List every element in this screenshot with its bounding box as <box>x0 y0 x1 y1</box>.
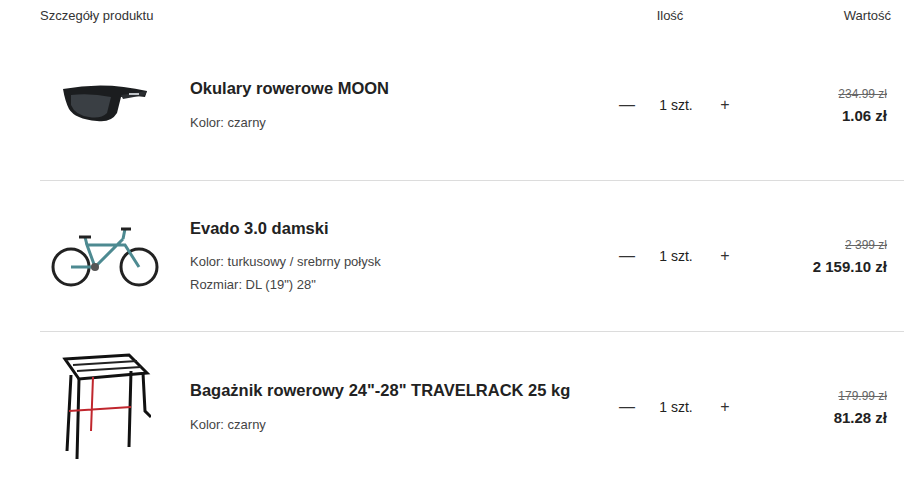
current-price: 2 159.10 zł <box>813 258 887 275</box>
cart-row: Okulary rowerowe MOON Kolor: czarny — 1 szt… <box>40 30 904 180</box>
old-price: 2 399 zł <box>845 238 887 252</box>
increment-button[interactable]: + <box>716 398 734 416</box>
rack-icon <box>59 351 151 463</box>
price: 179.99 zł 81.28 zł <box>740 389 887 426</box>
price: 234.99 zł 1.06 zł <box>740 87 887 124</box>
old-price: 234.99 zł <box>838 87 887 101</box>
quantity-value: 1 szt. <box>659 399 692 415</box>
price: 2 399 zł 2 159.10 zł <box>740 238 887 275</box>
increment-button[interactable]: + <box>716 247 734 265</box>
product-attribute: Kolor: czarny <box>190 115 600 132</box>
product-name[interactable]: Evado 3.0 damski <box>190 218 600 239</box>
product-attribute: Kolor: turkusowy / srebrny połysk <box>190 254 600 271</box>
quantity-value: 1 szt. <box>659 97 692 113</box>
product-attribute: Kolor: czarny <box>190 417 600 434</box>
increment-button[interactable]: + <box>716 96 734 114</box>
cart: Szczegóły produktuIlośćWartość Okulary ro… <box>0 0 904 477</box>
product-image[interactable] <box>40 83 170 127</box>
product-info: Bagażnik rowerowy 24"-28" TRAVELRACK 25 … <box>190 380 610 434</box>
product-name[interactable]: Okulary rowerowe MOON <box>190 78 600 99</box>
cart-row: Bagażnik rowerowy 24"-28" TRAVELRACK 25 … <box>40 331 904 477</box>
product-image[interactable] <box>40 223 170 289</box>
quantity-control: — 1 szt. + <box>610 398 740 416</box>
cart-header: Szczegóły produktuIlośćWartość <box>40 0 904 30</box>
current-price: 1.06 zł <box>842 107 887 124</box>
product-image[interactable] <box>40 351 170 463</box>
quantity-control: — 1 szt. + <box>610 96 740 114</box>
product-attribute: Rozmiar: DL (19") 28" <box>190 277 600 294</box>
quantity-column-header: Ilość <box>600 8 740 23</box>
product-info: Evado 3.0 damski Kolor: turkusowy / srebr… <box>190 218 610 294</box>
product-info: Okulary rowerowe MOON Kolor: czarny <box>190 78 610 132</box>
product-name[interactable]: Bagażnik rowerowy 24"-28" TRAVELRACK 25 … <box>190 380 600 401</box>
product-column-header: Szczegóły produktu <box>40 8 600 23</box>
value-column-header: Wartość <box>740 8 891 23</box>
current-price: 81.28 zł <box>834 409 887 426</box>
decrement-button[interactable]: — <box>618 398 636 416</box>
old-price: 179.99 zł <box>838 389 887 403</box>
quantity-value: 1 szt. <box>659 248 692 264</box>
quantity-control: — 1 szt. + <box>610 247 740 265</box>
bike-icon <box>51 223 159 289</box>
decrement-button[interactable]: — <box>618 247 636 265</box>
cart-row: Evado 3.0 damski Kolor: turkusowy / srebr… <box>40 180 904 331</box>
glasses-icon <box>61 83 149 127</box>
decrement-button[interactable]: — <box>618 96 636 114</box>
